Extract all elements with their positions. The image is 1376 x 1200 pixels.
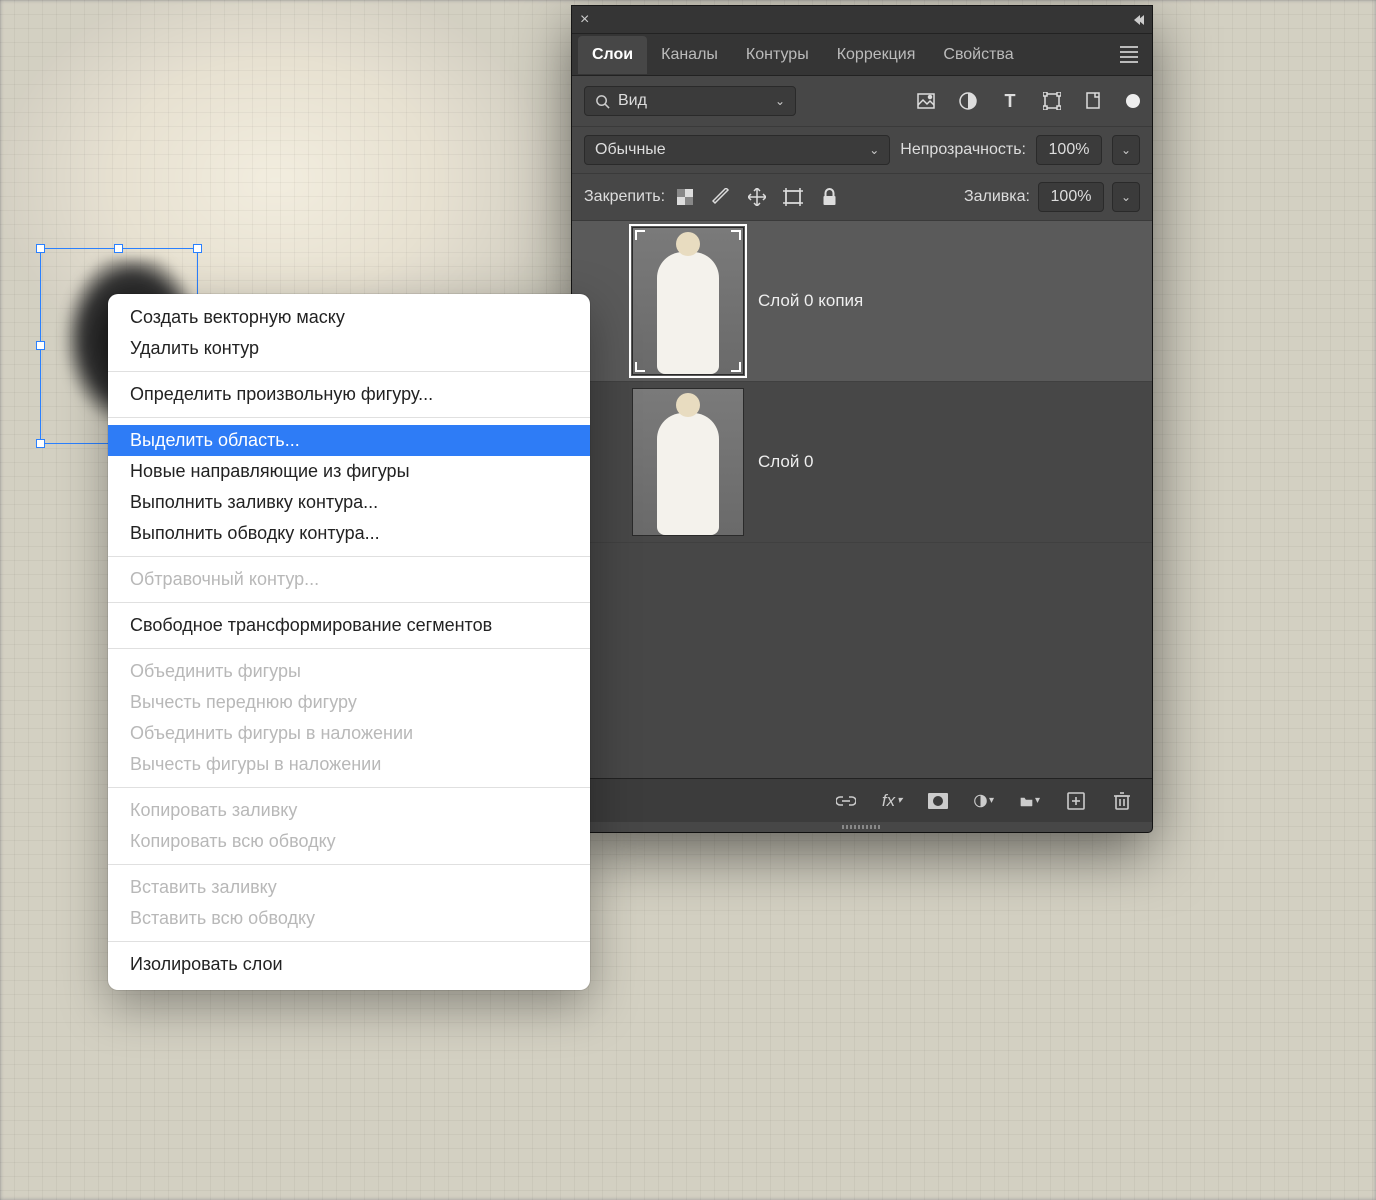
panel-resize-grip[interactable] bbox=[572, 822, 1152, 832]
layer-name[interactable]: Слой 0 копия bbox=[758, 291, 863, 311]
lock-artboard-icon[interactable] bbox=[783, 187, 803, 207]
menu-item[interactable]: Свободное трансформирование сегментов bbox=[108, 610, 590, 641]
panel-titlebar[interactable]: × bbox=[572, 6, 1152, 34]
menu-item: Объединить фигуры bbox=[108, 656, 590, 687]
menu-item[interactable]: Определить произвольную фигуру... bbox=[108, 379, 590, 410]
menu-item[interactable]: Выделить область... bbox=[108, 425, 590, 456]
lock-row: Закрепить: Заливка: 100% ⌄ bbox=[572, 174, 1152, 221]
layers-panel: × Слои Каналы Контуры Коррекция Свойства… bbox=[572, 6, 1152, 832]
layer-style-icon[interactable]: fx▾ bbox=[882, 791, 902, 811]
menu-item: Вставить заливку bbox=[108, 872, 590, 903]
opacity-label: Непрозрачность: bbox=[900, 141, 1026, 159]
group-icon[interactable]: ▾ bbox=[1020, 791, 1040, 811]
menu-separator bbox=[108, 417, 590, 418]
layer-row[interactable]: Слой 0 копия bbox=[572, 221, 1152, 382]
menu-item: Обтравочный контур... bbox=[108, 564, 590, 595]
filter-kind-dropdown[interactable]: Вид ⌄ bbox=[584, 86, 796, 116]
layer-name[interactable]: Слой 0 bbox=[758, 452, 814, 472]
layer-row[interactable]: Слой 0 bbox=[572, 382, 1152, 543]
menu-item: Вставить всю обводку bbox=[108, 903, 590, 934]
blend-mode-value: Обычные bbox=[595, 141, 666, 159]
menu-item[interactable]: Удалить контур bbox=[108, 333, 590, 364]
opacity-dropdown-button[interactable]: ⌄ bbox=[1112, 135, 1140, 165]
filter-row: Вид ⌄ T bbox=[572, 76, 1152, 127]
panel-footer: fx▾ ▾ ▾ bbox=[572, 778, 1152, 822]
menu-item[interactable]: Выполнить обводку контура... bbox=[108, 518, 590, 549]
menu-item[interactable]: Выполнить заливку контура... bbox=[108, 487, 590, 518]
layer-mask-icon[interactable] bbox=[928, 791, 948, 811]
menu-separator bbox=[108, 787, 590, 788]
menu-separator bbox=[108, 648, 590, 649]
menu-separator bbox=[108, 556, 590, 557]
lock-transparency-icon[interactable] bbox=[675, 187, 695, 207]
blend-mode-dropdown[interactable]: Обычные ⌄ bbox=[584, 135, 890, 165]
lock-label: Закрепить: bbox=[584, 188, 665, 206]
chevron-down-icon: ⌄ bbox=[775, 94, 785, 108]
link-layers-icon[interactable] bbox=[836, 791, 856, 811]
menu-separator bbox=[108, 602, 590, 603]
panel-menu-icon[interactable] bbox=[1112, 39, 1146, 70]
filter-smartobject-icon[interactable] bbox=[1084, 91, 1104, 111]
fill-input[interactable]: 100% bbox=[1038, 182, 1104, 212]
menu-item[interactable]: Создать векторную маску bbox=[108, 302, 590, 333]
menu-item[interactable]: Изолировать слои bbox=[108, 949, 590, 980]
filter-shape-icon[interactable] bbox=[1042, 91, 1062, 111]
menu-separator bbox=[108, 941, 590, 942]
filter-pixel-icon[interactable] bbox=[916, 91, 936, 111]
lock-position-icon[interactable] bbox=[747, 187, 767, 207]
handle-bottom-left[interactable] bbox=[36, 439, 45, 448]
adjustment-layer-icon[interactable]: ▾ bbox=[974, 791, 994, 811]
filter-type-icon[interactable]: T bbox=[1000, 91, 1020, 111]
lock-image-icon[interactable] bbox=[711, 187, 731, 207]
tab-paths[interactable]: Контуры bbox=[732, 36, 823, 74]
close-icon[interactable]: × bbox=[580, 11, 589, 29]
menu-item: Вычесть переднюю фигуру bbox=[108, 687, 590, 718]
tab-layers[interactable]: Слои bbox=[578, 36, 647, 74]
filter-adjustment-icon[interactable] bbox=[958, 91, 978, 111]
tab-channels[interactable]: Каналы bbox=[647, 36, 732, 74]
context-menu: Создать векторную маскуУдалить контур Опр… bbox=[108, 294, 590, 990]
menu-item: Вычесть фигуры в наложении bbox=[108, 749, 590, 780]
opacity-input[interactable]: 100% bbox=[1036, 135, 1102, 165]
menu-item[interactable]: Новые направляющие из фигуры bbox=[108, 456, 590, 487]
search-icon bbox=[595, 94, 610, 109]
menu-separator bbox=[108, 864, 590, 865]
filter-toggle-switch[interactable] bbox=[1126, 94, 1140, 108]
tab-properties[interactable]: Свойства bbox=[929, 36, 1027, 74]
layers-list: Слой 0 копия Слой 0 bbox=[572, 221, 1152, 778]
handle-top[interactable] bbox=[114, 244, 123, 253]
chevron-down-icon: ⌄ bbox=[869, 143, 879, 157]
filter-kind-label: Вид bbox=[618, 92, 647, 110]
layer-thumbnail[interactable] bbox=[632, 388, 744, 536]
delete-layer-icon[interactable] bbox=[1112, 791, 1132, 811]
handle-top-right[interactable] bbox=[193, 244, 202, 253]
blend-row: Обычные ⌄ Непрозрачность: 100% ⌄ bbox=[572, 127, 1152, 174]
new-layer-icon[interactable] bbox=[1066, 791, 1086, 811]
fill-dropdown-button[interactable]: ⌄ bbox=[1112, 182, 1140, 212]
panel-tabs: Слои Каналы Контуры Коррекция Свойства bbox=[572, 34, 1152, 76]
layer-thumbnail[interactable] bbox=[632, 227, 744, 375]
handle-top-left[interactable] bbox=[36, 244, 45, 253]
tab-adjustments[interactable]: Коррекция bbox=[823, 36, 930, 74]
collapse-icon[interactable] bbox=[1134, 15, 1144, 25]
menu-item: Копировать заливку bbox=[108, 795, 590, 826]
lock-all-icon[interactable] bbox=[819, 187, 839, 207]
menu-item: Копировать всю обводку bbox=[108, 826, 590, 857]
handle-left[interactable] bbox=[36, 341, 45, 350]
menu-separator bbox=[108, 371, 590, 372]
fill-label: Заливка: bbox=[964, 188, 1030, 206]
menu-item: Объединить фигуры в наложении bbox=[108, 718, 590, 749]
